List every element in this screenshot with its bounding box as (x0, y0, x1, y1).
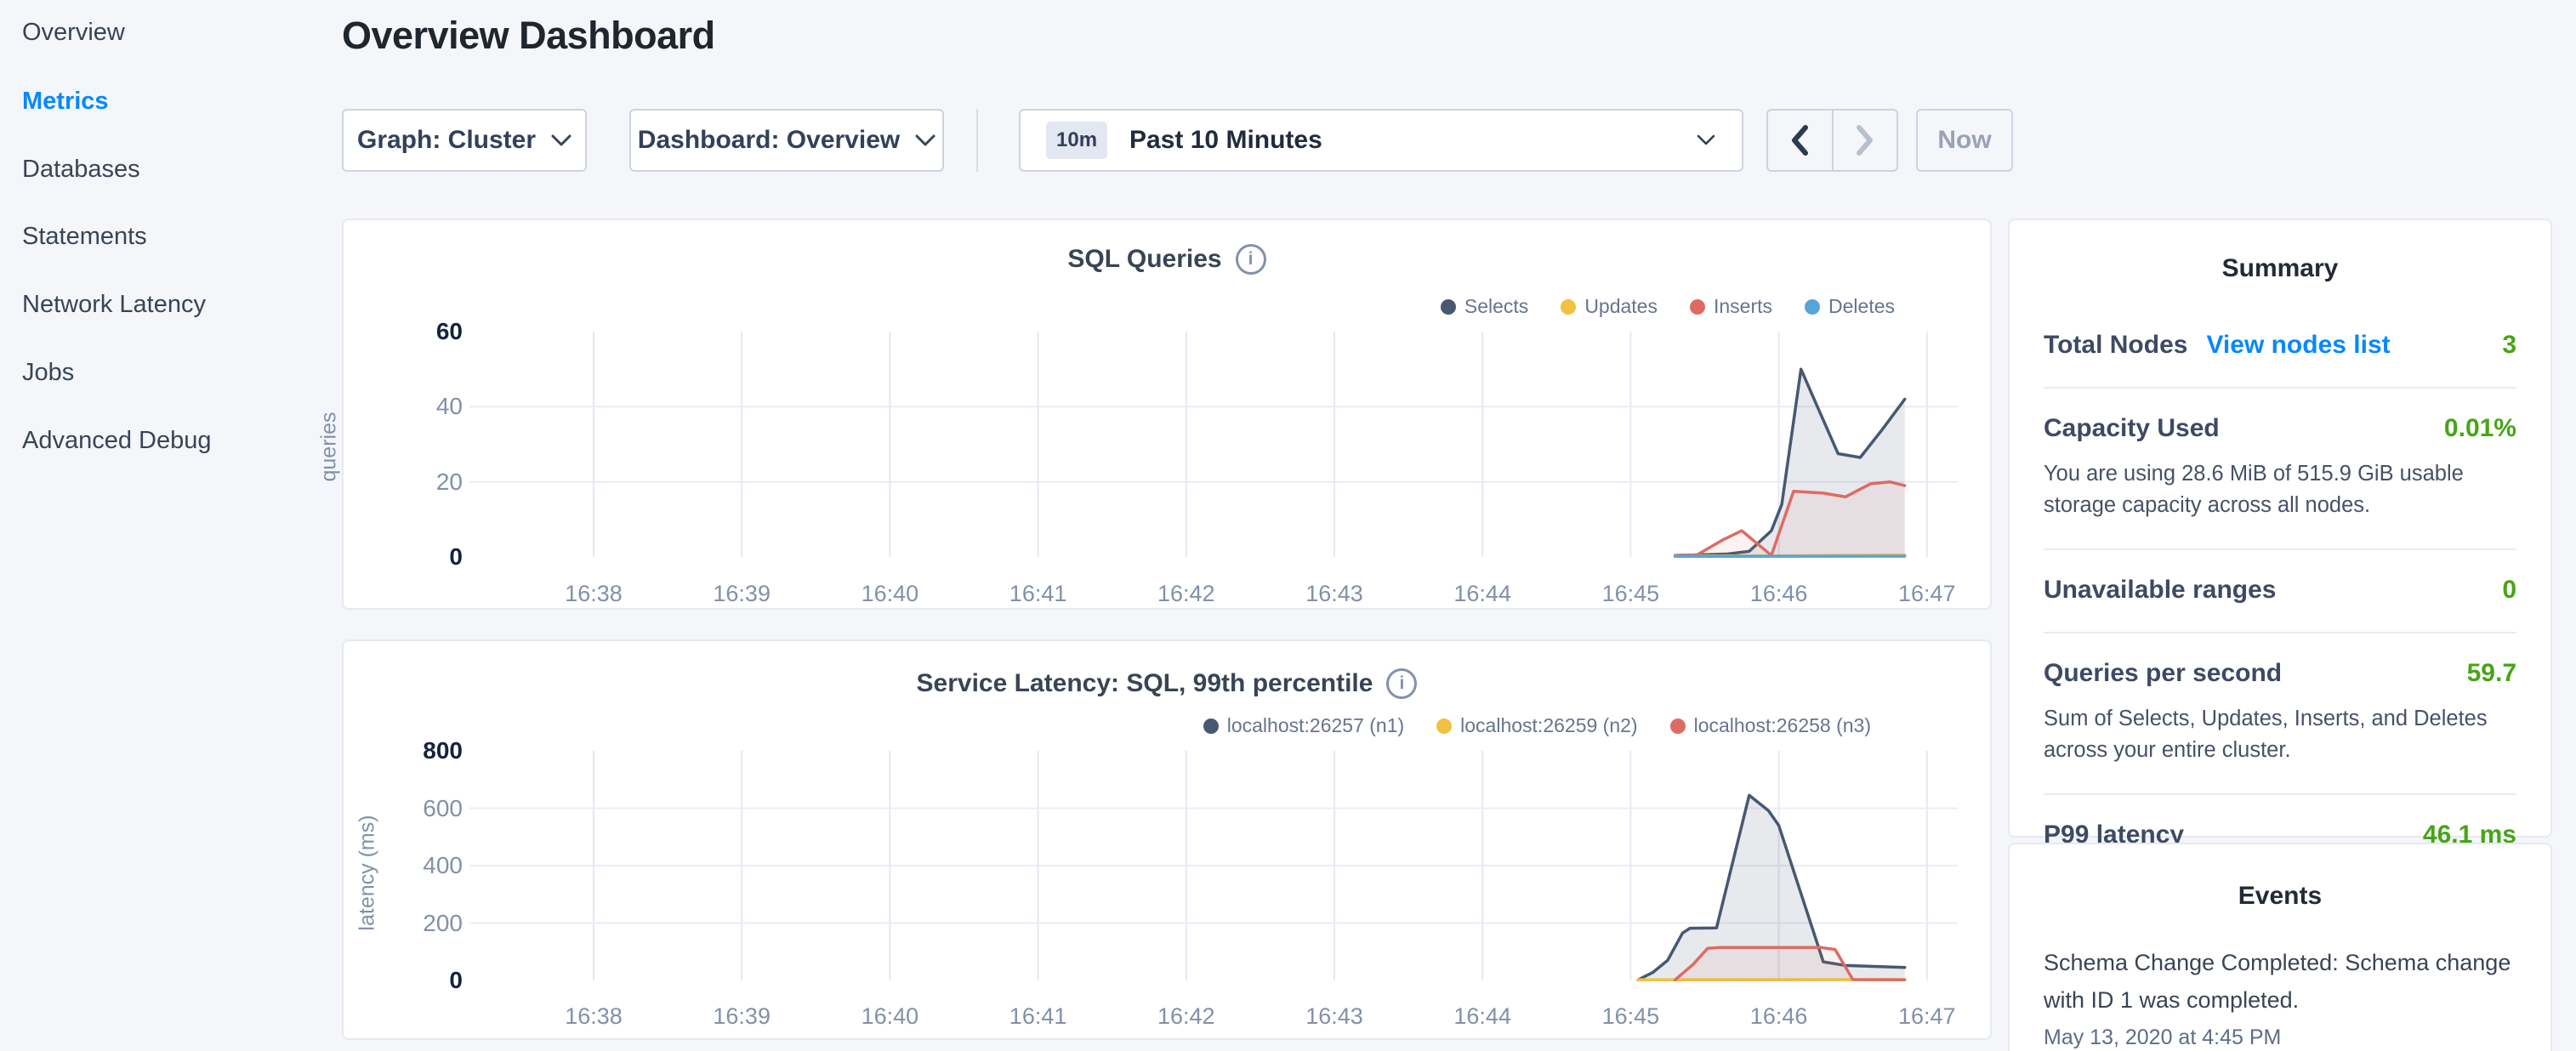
sidebar: Overview Metrics Databases Statements Ne… (0, 0, 342, 1051)
event-text: Schema Change Completed: Schema change w… (2044, 945, 2516, 1019)
chevron-right-icon (1856, 125, 1874, 156)
capacity-used-label: Capacity Used (2044, 414, 2220, 443)
event-list-item[interactable]: Schema Change Completed: Schema change w… (2044, 945, 2516, 1050)
events-panel: Events Schema Change Completed: Schema c… (2008, 843, 2552, 1051)
sidebar-item-overview[interactable]: Overview (22, 19, 125, 47)
x-axis-tick-label: 16:45 (1571, 1003, 1690, 1030)
x-axis-tick-label: 16:38 (534, 581, 653, 607)
chevron-down-icon (1696, 134, 1716, 146)
summary-panel: Summary Total Nodes View nodes list 3 Ca… (2008, 219, 2552, 838)
y-axis-tick-label: 0 (344, 967, 463, 994)
y-axis-tick-label: 60 (344, 318, 463, 345)
y-axis-tick-label: 0 (344, 543, 463, 571)
x-axis-tick-label: 16:38 (534, 1003, 653, 1030)
sql-queries-plot: 16:38 16:39 16:40 16:41 16:42 16:43 16:44 16:45… (344, 220, 1990, 608)
sidebar-item-statements[interactable]: Statements (22, 223, 147, 251)
y-axis-unit-label: queries (317, 412, 342, 482)
x-axis-tick-label: 16:44 (1423, 581, 1542, 607)
chevron-down-icon (915, 134, 935, 146)
x-axis-tick-label: 16:39 (682, 581, 801, 607)
x-axis-tick-label: 16:46 (1720, 581, 1839, 607)
unavailable-ranges-value: 0 (2502, 576, 2516, 605)
time-range-dropdown[interactable]: 10m Past 10 Minutes (1019, 109, 1743, 172)
x-axis-tick-label: 16:46 (1720, 1003, 1839, 1030)
x-axis-tick-label: 16:40 (830, 1003, 949, 1030)
prev-time-range-button[interactable] (1768, 111, 1834, 170)
y-axis-tick-label: 40 (344, 393, 463, 420)
queries-per-second-description: Sum of Selects, Updates, Inserts, and De… (2044, 703, 2516, 766)
page-title: Overview Dashboard (342, 14, 715, 58)
x-axis-tick-label: 16:39 (682, 1003, 801, 1030)
queries-per-second-stat: Queries per second 59.7 Sum of Selects, … (2044, 633, 2516, 795)
x-axis-tick-label: 16:43 (1275, 1003, 1394, 1030)
x-axis-tick-label: 16:42 (1127, 1003, 1246, 1030)
y-axis-tick-label: 20 (344, 469, 463, 496)
toolbar-divider (976, 109, 978, 172)
x-axis-tick-label: 16:44 (1423, 1003, 1542, 1030)
chevron-left-icon (1790, 125, 1809, 156)
view-nodes-list-link[interactable]: View nodes list (2206, 331, 2390, 360)
unavailable-ranges-stat: Unavailable ranges 0 (2044, 550, 2516, 633)
x-axis-tick-label: 16:41 (979, 581, 1098, 607)
time-range-badge: 10m (1046, 122, 1107, 159)
service-latency-plot: 16:38 16:39 16:40 16:41 16:42 16:43 16:44 16:45… (344, 641, 1990, 1038)
dashboard-selector-label: Dashboard: Overview (638, 126, 900, 155)
sidebar-item-network-latency[interactable]: Network Latency (22, 291, 206, 319)
sidebar-item-jobs[interactable]: Jobs (22, 359, 74, 387)
time-range-pager (1766, 109, 1898, 172)
events-title: Events (2044, 882, 2516, 911)
unavailable-ranges-label: Unavailable ranges (2044, 576, 2276, 605)
sql-queries-chart-panel: SQL Queries i SelectsUpdatesInsertsDelet… (342, 219, 1992, 610)
summary-title: Summary (2044, 254, 2516, 283)
y-axis-tick-label: 800 (344, 737, 463, 764)
queries-per-second-value: 59.7 (2467, 659, 2516, 688)
total-nodes-label: Total Nodes (2044, 331, 2187, 360)
sidebar-item-databases[interactable]: Databases (22, 156, 140, 184)
db-console-metrics-page: Overview Metrics Databases Statements Ne… (0, 0, 2576, 1051)
sidebar-item-metrics[interactable]: Metrics (22, 88, 109, 116)
x-axis-tick-label: 16:41 (979, 1003, 1098, 1030)
graph-selector-dropdown[interactable]: Graph: Cluster (342, 109, 587, 172)
graph-selector-label: Graph: Cluster (357, 126, 536, 155)
x-axis-tick-label: 16:42 (1127, 581, 1246, 607)
total-nodes-stat: Total Nodes View nodes list 3 (2044, 305, 2516, 389)
x-axis-tick-label: 16:45 (1571, 581, 1690, 607)
dashboard-selector-dropdown[interactable]: Dashboard: Overview (629, 109, 944, 172)
event-timestamp: May 13, 2020 at 4:45 PM (2044, 1025, 2516, 1050)
total-nodes-value: 3 (2502, 331, 2516, 360)
chevron-down-icon (551, 134, 571, 146)
service-latency-chart-panel: Service Latency: SQL, 99th percentile i … (342, 639, 1992, 1040)
next-time-range-button[interactable] (1834, 111, 1897, 170)
queries-per-second-label: Queries per second (2044, 659, 2282, 688)
now-button[interactable]: Now (1916, 109, 2013, 172)
x-axis-tick-label: 16:40 (830, 581, 949, 607)
x-axis-tick-label: 16:43 (1275, 581, 1394, 607)
capacity-used-value: 0.01% (2444, 414, 2516, 443)
capacity-used-stat: Capacity Used 0.01% You are using 28.6 M… (2044, 389, 2516, 550)
x-axis-tick-label: 16:47 (1868, 581, 1987, 607)
time-range-label: Past 10 Minutes (1129, 126, 1322, 155)
y-axis-unit-label: latency (ms) (355, 815, 380, 930)
capacity-used-description: You are using 28.6 MiB of 515.9 GiB usab… (2044, 458, 2516, 521)
sidebar-item-advanced-debug[interactable]: Advanced Debug (22, 427, 212, 455)
x-axis-tick-label: 16:47 (1868, 1003, 1987, 1030)
